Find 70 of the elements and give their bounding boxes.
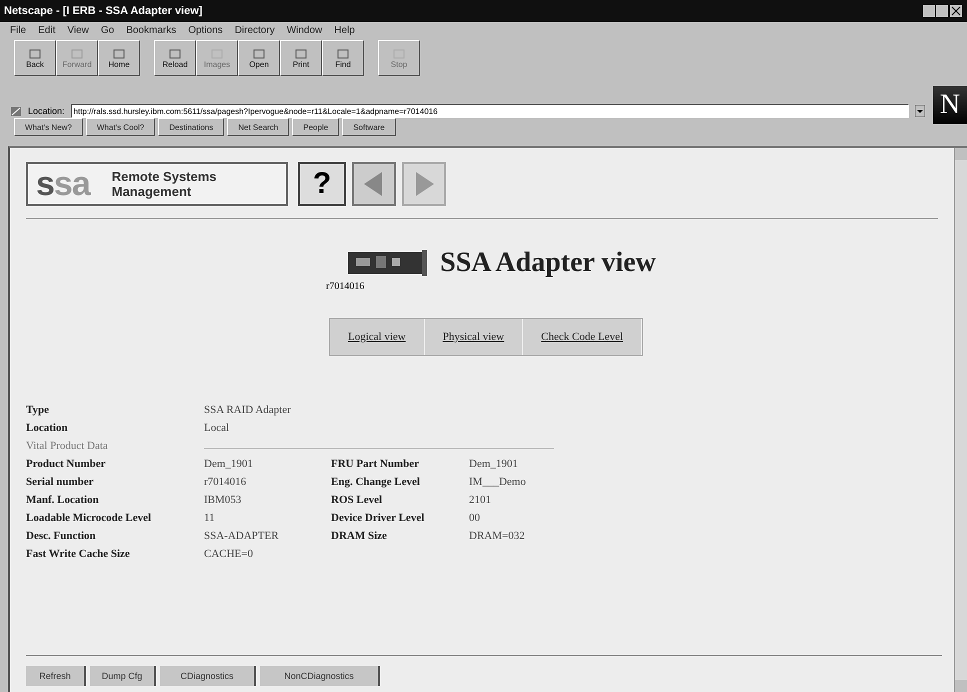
field-label: Desc. Function xyxy=(26,530,97,542)
directory-button[interactable]: Destinations xyxy=(158,118,224,136)
view-link[interactable]: Check Code Level xyxy=(523,319,642,355)
menu-item[interactable]: View xyxy=(67,24,89,36)
directory-button[interactable]: People xyxy=(292,118,340,136)
toolbar-button[interactable]: Print xyxy=(280,40,322,76)
menu-item[interactable]: Go xyxy=(100,24,114,36)
directory-button[interactable]: Software xyxy=(342,118,396,136)
field-value: 00 xyxy=(469,512,481,524)
field-label: Type xyxy=(26,404,50,416)
field-value: SSA-ADAPTER xyxy=(204,530,280,542)
toolbar-button[interactable]: Home xyxy=(98,40,140,76)
field-value: Dem_1901 xyxy=(204,458,254,470)
menu-item[interactable]: Help xyxy=(334,24,355,36)
field-label: Eng. Change Level xyxy=(331,476,421,488)
field-value: SSA RAID Adapter xyxy=(204,404,292,416)
field-label: Product Number xyxy=(26,458,107,470)
adapter-id: r7014016 xyxy=(326,281,364,292)
field-label: Device Driver Level xyxy=(331,512,426,524)
window-controls-icon[interactable] xyxy=(923,4,963,18)
window-title: Netscape - [I ERB - SSA Adapter view] xyxy=(4,5,204,17)
location-label: Location: xyxy=(28,106,65,116)
field-value: Dem_1901 xyxy=(469,458,519,470)
directory-button[interactable]: What's New? xyxy=(14,118,83,136)
field-label: DRAM Size xyxy=(331,530,388,542)
dropdown-icon[interactable] xyxy=(915,105,925,117)
logo-caption: Remote Systems Management xyxy=(112,169,218,199)
field-label: Location xyxy=(26,422,69,434)
view-link[interactable]: Physical view xyxy=(424,319,524,355)
field-label: ROS Level xyxy=(331,494,384,506)
menu-item[interactable]: Directory xyxy=(234,24,275,36)
field-label: Loadable Microcode Level xyxy=(26,512,152,524)
page-heading: SSA Adapter view xyxy=(440,247,656,279)
menu-item[interactable]: Bookmarks xyxy=(126,24,176,36)
menu-item[interactable]: Window xyxy=(286,24,322,36)
logo-text: ssa xyxy=(36,164,90,204)
action-button[interactable]: CDiagnostics xyxy=(160,666,256,686)
field-value: CACHE=0 xyxy=(204,548,254,560)
section-label: Vital Product Data xyxy=(26,440,109,452)
action-button[interactable]: NonCDiagnostics xyxy=(260,666,380,686)
view-link[interactable]: Logical view xyxy=(330,319,425,355)
adapter-card-icon xyxy=(348,250,428,276)
directory-button[interactable]: What's Cool? xyxy=(86,118,156,136)
field-value: r7014016 xyxy=(204,476,248,488)
scrollbar[interactable] xyxy=(954,148,967,692)
menu-item[interactable]: Options xyxy=(188,24,223,36)
action-button[interactable]: Dump Cfg xyxy=(90,666,156,686)
menu-item[interactable]: Edit xyxy=(38,24,56,36)
field-value: DRAM=032 xyxy=(469,530,526,542)
location-field[interactable]: http://rals.ssd.hursley.ibm.com:5611/ssa/pagesh?Ipervogue&node=r11&Locale=1&adpname=r7014016 xyxy=(70,104,909,118)
directory-button[interactable]: Net Search xyxy=(227,118,290,136)
logo-banner[interactable]: ssa Remote Systems Management xyxy=(26,162,288,206)
bookmark-icon[interactable] xyxy=(10,105,22,117)
field-value: 11 xyxy=(204,512,216,524)
toolbar-button[interactable]: Back xyxy=(14,40,56,76)
toolbar-button[interactable]: Reload xyxy=(154,40,196,76)
field-value: IM___Demo xyxy=(469,476,527,488)
brand-logo: N xyxy=(933,86,967,124)
field-value: Local xyxy=(204,422,230,434)
menu-item[interactable]: File xyxy=(10,24,26,36)
field-label: FRU Part Number xyxy=(331,458,420,470)
field-label: Serial number xyxy=(26,476,95,488)
field-value: IBM053 xyxy=(204,494,242,506)
action-button[interactable]: Refresh xyxy=(26,666,86,686)
field-label: Manf. Location xyxy=(26,494,100,506)
toolbar-button[interactable]: Open xyxy=(238,40,280,76)
help-button[interactable]: ? xyxy=(298,162,346,206)
toolbar-button[interactable]: Find xyxy=(322,40,364,76)
field-label: Fast Write Cache Size xyxy=(26,548,131,560)
field-value: 2101 xyxy=(469,494,492,506)
